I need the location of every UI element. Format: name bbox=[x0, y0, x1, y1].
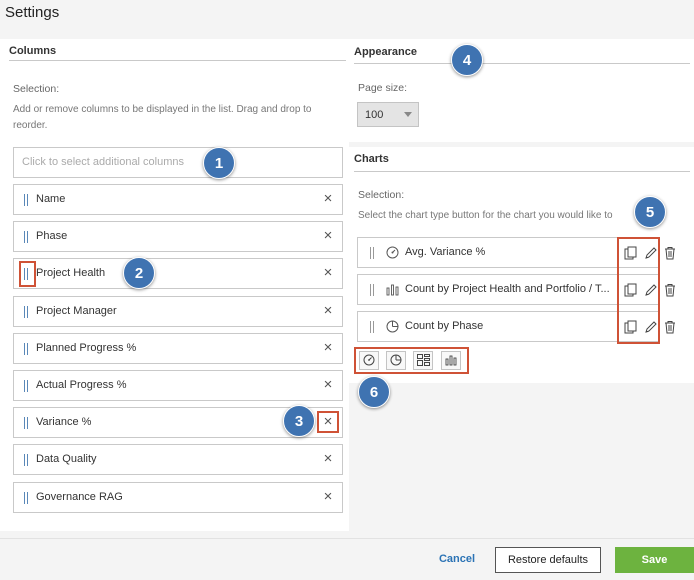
drag-handle-icon[interactable] bbox=[369, 247, 375, 259]
pie-chart-icon bbox=[390, 354, 402, 366]
column-row[interactable]: Project Manager × bbox=[13, 296, 343, 327]
drag-handle-icon[interactable] bbox=[23, 231, 29, 243]
appearance-section-header: Appearance bbox=[354, 45, 690, 64]
page-size-select[interactable]: 100 bbox=[357, 102, 419, 127]
column-search-placeholder: Click to select additional columns bbox=[22, 156, 185, 168]
column-label: Data Quality bbox=[36, 453, 97, 465]
column-search-input[interactable]: Click to select additional columns bbox=[13, 147, 343, 178]
column-row[interactable]: Data Quality × bbox=[13, 444, 343, 475]
column-label: Governance RAG bbox=[36, 491, 123, 503]
callout-badge-3: 3 bbox=[283, 405, 315, 437]
columns-hint: Add or remove columns to be displayed in… bbox=[13, 104, 312, 131]
chart-row[interactable]: Count by Project Health and Portfolio / … bbox=[357, 274, 675, 305]
column-label: Name bbox=[36, 193, 66, 205]
remove-column-button[interactable]: × bbox=[320, 340, 336, 356]
gauge-icon bbox=[363, 354, 375, 366]
remove-column-button[interactable]: × bbox=[320, 228, 336, 244]
callout-badge-6: 6 bbox=[358, 376, 390, 408]
chart-label: Count by Project Health and Portfolio / … bbox=[405, 283, 610, 295]
column-label: Actual Progress % bbox=[36, 379, 127, 391]
column-label: Planned Progress % bbox=[36, 342, 137, 354]
remove-column-button[interactable]: × bbox=[320, 489, 336, 505]
drag-handle-icon[interactable] bbox=[23, 194, 29, 206]
chevron-down-icon bbox=[404, 112, 412, 117]
bar-chart-icon bbox=[386, 284, 399, 296]
trash-icon[interactable] bbox=[663, 283, 677, 297]
table-chart-icon bbox=[417, 354, 430, 366]
chart-label: Avg. Variance % bbox=[405, 246, 486, 258]
callout-badge-2: 2 bbox=[123, 257, 155, 289]
charts-selection-label: Selection: bbox=[358, 189, 405, 201]
column-row[interactable]: Governance RAG × bbox=[13, 482, 343, 513]
pie-chart-icon bbox=[386, 320, 399, 333]
column-row[interactable]: Project Health × bbox=[13, 258, 343, 289]
drag-handle-icon[interactable] bbox=[23, 417, 29, 429]
callout-badge-4: 4 bbox=[451, 44, 483, 76]
trash-icon[interactable] bbox=[663, 246, 677, 260]
drag-handle-icon[interactable] bbox=[23, 380, 29, 392]
column-label: Project Manager bbox=[36, 305, 117, 317]
page-title: Settings bbox=[5, 4, 60, 21]
chart-row[interactable]: Count by Phase bbox=[357, 311, 675, 342]
footer-divider bbox=[0, 538, 694, 539]
cancel-button[interactable]: Cancel bbox=[432, 553, 482, 567]
column-label: Project Health bbox=[36, 267, 106, 279]
add-bar-chart-button[interactable] bbox=[441, 351, 461, 370]
remove-column-button[interactable]: × bbox=[320, 451, 336, 467]
chart-actions-highlight bbox=[617, 237, 660, 344]
restore-defaults-button[interactable]: Restore defaults bbox=[495, 547, 601, 573]
drag-handle-icon[interactable] bbox=[369, 321, 375, 333]
drag-handle-icon[interactable] bbox=[23, 492, 29, 504]
save-button[interactable]: Save bbox=[615, 547, 694, 573]
column-label: Phase bbox=[36, 230, 68, 242]
charts-section-header: Charts bbox=[354, 152, 690, 172]
column-row[interactable]: Actual Progress % × bbox=[13, 370, 343, 401]
chart-row[interactable]: Avg. Variance % bbox=[357, 237, 675, 268]
bar-chart-icon bbox=[445, 355, 457, 366]
drag-handle-icon[interactable] bbox=[369, 284, 375, 296]
add-gauge-chart-button[interactable] bbox=[359, 351, 379, 370]
drag-handle-highlight bbox=[19, 261, 36, 287]
drag-handle-icon[interactable] bbox=[23, 343, 29, 355]
column-row[interactable]: Name × bbox=[13, 184, 343, 215]
page-size-value: 100 bbox=[365, 109, 384, 121]
callout-badge-1: 1 bbox=[203, 147, 235, 179]
columns-section-header: Columns bbox=[9, 45, 346, 61]
column-row[interactable]: Planned Progress % × bbox=[13, 333, 343, 364]
page-size-label: Page size: bbox=[358, 82, 408, 94]
trash-icon[interactable] bbox=[663, 320, 677, 334]
callout-badge-5: 5 bbox=[634, 196, 666, 228]
remove-column-button[interactable]: × bbox=[320, 303, 336, 319]
chart-label: Count by Phase bbox=[405, 320, 484, 332]
remove-column-button[interactable]: × bbox=[320, 265, 336, 281]
remove-button-highlight bbox=[317, 411, 339, 433]
column-row[interactable]: Phase × bbox=[13, 221, 343, 252]
gauge-icon bbox=[386, 246, 399, 259]
add-pie-chart-button[interactable] bbox=[386, 351, 406, 370]
remove-column-button[interactable]: × bbox=[320, 377, 336, 393]
columns-selection-label: Selection: bbox=[13, 83, 60, 95]
drag-handle-icon[interactable] bbox=[23, 306, 29, 318]
remove-column-button[interactable]: × bbox=[320, 191, 336, 207]
drag-handle-icon[interactable] bbox=[23, 454, 29, 466]
charts-hint: Select the chart type button for the cha… bbox=[358, 210, 613, 221]
column-label: Variance % bbox=[36, 416, 92, 428]
add-table-chart-button[interactable] bbox=[413, 351, 433, 370]
